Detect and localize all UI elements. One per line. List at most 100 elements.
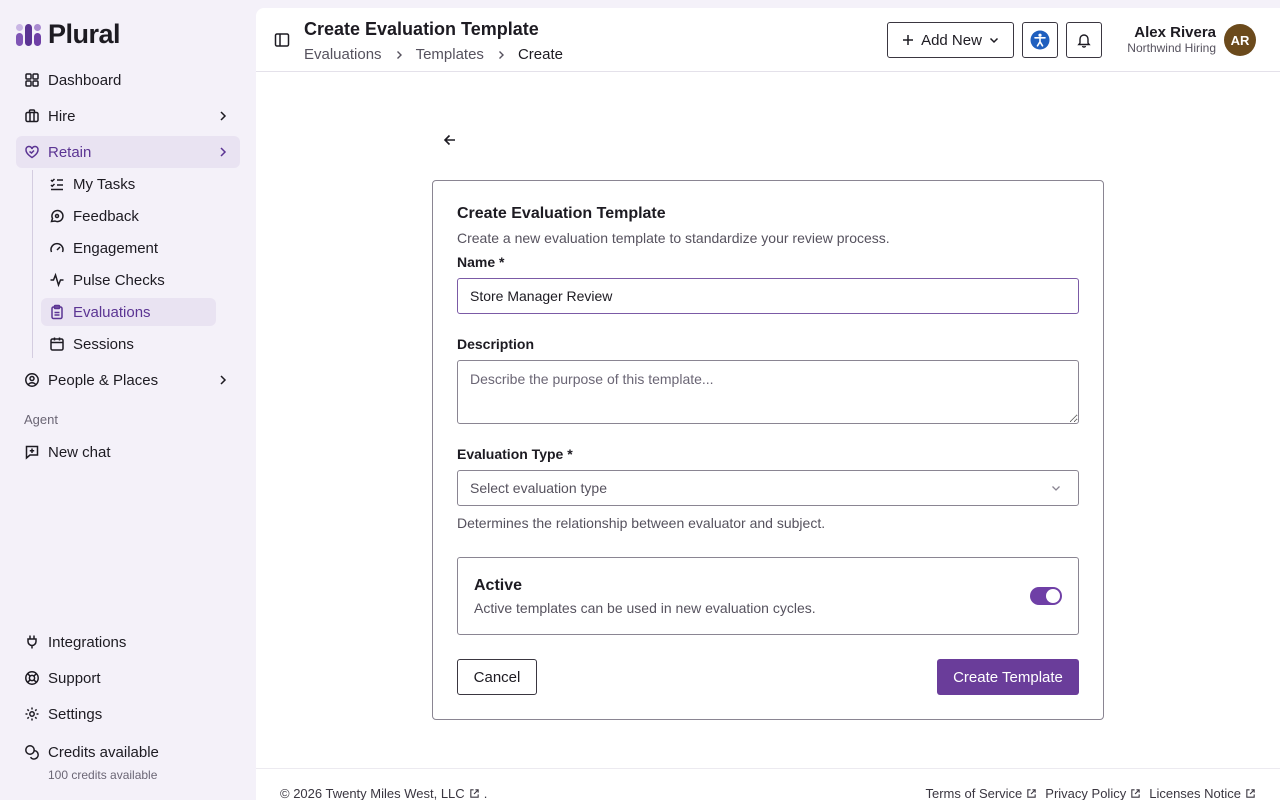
sidebar-item-label: Dashboard [48, 71, 122, 89]
sidebar-toggle-icon[interactable] [274, 32, 290, 48]
external-link-icon [1131, 789, 1140, 798]
gear-icon [24, 706, 40, 722]
credits-count: 100 credits available [48, 768, 158, 782]
user-organization: Northwind Hiring [1127, 41, 1216, 55]
sidebar-item-label: People & Places [48, 371, 159, 389]
sidebar-item-settings[interactable]: Settings [16, 698, 240, 730]
app-name: Plural [48, 19, 121, 49]
footer: © 2026 Twenty Miles West, LLC . Terms of… [256, 768, 1280, 800]
external-link-icon [469, 789, 479, 798]
chevron-right-icon [220, 111, 227, 121]
accessibility-icon [1030, 30, 1050, 50]
breadcrumb-current: Create [517, 46, 563, 63]
add-new-label: Add New [921, 31, 982, 49]
card-title: Create Evaluation Template [457, 205, 666, 222]
message-circle-icon [49, 208, 65, 224]
user-circle-icon [24, 372, 40, 388]
life-buoy-icon [24, 670, 40, 686]
gauge-icon [49, 240, 65, 256]
sidebar-item-sessions[interactable]: Sessions [41, 330, 216, 358]
page-title: Create Evaluation Template [304, 19, 539, 39]
select-placeholder: Select evaluation type [470, 480, 607, 496]
active-toggle[interactable] [1030, 587, 1062, 605]
copyright-link[interactable]: © 2026 Twenty Miles West, LLC [280, 786, 465, 800]
clipboard-icon [49, 304, 65, 320]
back-button[interactable] [440, 130, 460, 150]
briefcase-icon [24, 108, 40, 124]
sidebar-item-credits[interactable]: Credits available [16, 736, 240, 768]
accessibility-button[interactable] [1022, 22, 1058, 58]
external-link-icon [1246, 789, 1255, 798]
active-description: Active templates can be used in new eval… [474, 600, 816, 616]
sidebar-item-pulse-checks[interactable]: Pulse Checks [41, 266, 216, 294]
terms-label: Terms of Service [925, 786, 1023, 800]
chevron-right-icon [220, 147, 227, 157]
sidebar-item-label: Integrations [48, 633, 127, 651]
sidebar-item-feedback[interactable]: Feedback [41, 202, 216, 230]
sidebar-item-label: Sessions [73, 335, 134, 353]
sidebar-item-label: Support [48, 669, 101, 687]
name-label: Name * [457, 254, 505, 270]
terms-link[interactable]: Terms of Service [925, 786, 1037, 800]
sidebar-item-label: Evaluations [73, 303, 151, 321]
sidebar-item-engagement[interactable]: Engagement [41, 234, 216, 262]
active-title: Active [474, 577, 523, 594]
submenu-divider [32, 170, 33, 358]
sidebar-item-support[interactable]: Support [16, 662, 240, 694]
activity-icon [49, 272, 65, 288]
plug-icon [24, 634, 40, 650]
cancel-button[interactable]: Cancel [457, 659, 537, 695]
copyright-suffix: . [483, 786, 488, 800]
breadcrumb-evaluations[interactable]: Evaluations [304, 46, 382, 63]
avatar[interactable]: AR [1224, 24, 1256, 56]
user-name: Alex Rivera [1134, 24, 1216, 41]
sidebar-item-label: Pulse Checks [73, 271, 165, 289]
arrow-left-icon [443, 134, 455, 146]
sidebar-item-label: Engagement [73, 239, 159, 257]
plus-icon [903, 35, 914, 45]
chevron-right-icon [496, 50, 506, 60]
evaluation-type-select[interactable]: Select evaluation type [457, 470, 1079, 506]
create-template-card: Create Evaluation Template Create a new … [432, 180, 1104, 720]
card-subtitle: Create a new evaluation template to stan… [457, 230, 890, 246]
toggle-knob [1046, 589, 1060, 603]
privacy-link[interactable]: Privacy Policy [1045, 786, 1141, 800]
evaluation-type-help: Determines the relationship between eval… [457, 515, 826, 531]
coins-icon [24, 744, 40, 760]
privacy-label: Privacy Policy [1045, 786, 1127, 800]
sidebar-item-label: Feedback [73, 207, 139, 225]
chevron-right-icon [394, 50, 404, 60]
name-input[interactable] [457, 278, 1079, 314]
section-label-agent: Agent [24, 412, 58, 427]
create-template-button[interactable]: Create Template [937, 659, 1079, 695]
notifications-button[interactable] [1066, 22, 1102, 58]
sidebar-item-people-places[interactable]: People & Places [16, 364, 240, 396]
top-bar: Create Evaluation Template Evaluations T… [256, 8, 1280, 72]
heart-handshake-icon [24, 144, 40, 160]
external-link-icon [1027, 789, 1037, 798]
sidebar-item-new-chat[interactable]: New chat [16, 436, 240, 468]
description-textarea[interactable] [457, 360, 1079, 424]
sidebar-item-my-tasks[interactable]: My Tasks [41, 170, 216, 198]
app-logo[interactable]: Plural [16, 19, 121, 50]
sidebar-item-integrations[interactable]: Integrations [16, 626, 240, 658]
sidebar-item-evaluations[interactable]: Evaluations [41, 298, 216, 326]
evaluation-type-label: Evaluation Type * [457, 446, 573, 462]
breadcrumb: Evaluations Templates Create [304, 46, 563, 63]
sidebar-item-label: Retain [48, 143, 92, 161]
dashboard-icon [24, 72, 40, 88]
sidebar-item-label: My Tasks [73, 175, 136, 193]
description-label: Description [457, 336, 535, 352]
sidebar-item-hire[interactable]: Hire [16, 100, 240, 132]
sidebar-item-retain[interactable]: Retain [16, 136, 240, 168]
active-setting: Active Active templates can be used in n… [457, 557, 1079, 635]
add-new-button[interactable]: Add New [887, 22, 1014, 58]
calendar-icon [49, 336, 65, 352]
sidebar-item-dashboard[interactable]: Dashboard [16, 64, 240, 96]
breadcrumb-templates[interactable]: Templates [416, 46, 484, 63]
sidebar: Plural Dashboard Hire Retain My Tasks Fe… [0, 0, 256, 800]
chevron-down-icon [1052, 486, 1060, 491]
licenses-label: Licenses Notice [1149, 786, 1241, 800]
licenses-link[interactable]: Licenses Notice [1149, 786, 1256, 800]
chevron-right-icon [220, 375, 227, 385]
